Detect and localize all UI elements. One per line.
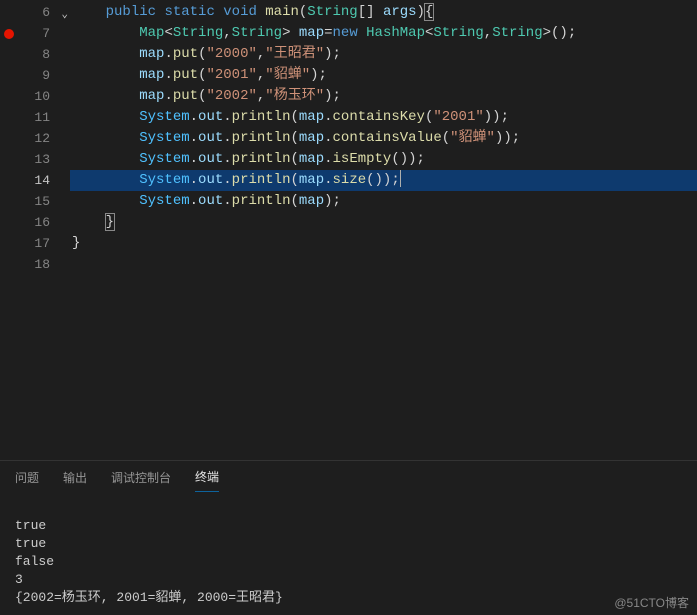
code-line[interactable] [70, 254, 697, 275]
code-line[interactable]: public static void main(String[] args){ [70, 2, 697, 23]
line-number[interactable]: 14 [0, 170, 70, 191]
output-line: true [15, 518, 46, 533]
line-number[interactable]: 9 [0, 65, 70, 86]
tab-output[interactable]: 输出 [63, 463, 87, 492]
line-number[interactable]: 16 [0, 212, 70, 233]
code-line[interactable]: } [70, 212, 697, 233]
output-line: {2002=杨玉环, 2001=貂蝉, 2000=王昭君} [15, 590, 283, 605]
code-line[interactable]: System.out.println(map.containsKey("2001… [70, 107, 697, 128]
code-line[interactable]: } [70, 233, 697, 254]
output-line: 3 [15, 572, 23, 587]
line-number[interactable]: 15 [0, 191, 70, 212]
code-area[interactable]: public static void main(String[] args){ … [70, 0, 697, 460]
panel-tabs: 问题 输出 调试控制台 终端 [0, 461, 697, 493]
line-number[interactable]: 13 [0, 149, 70, 170]
code-line[interactable]: System.out.println(map.isEmpty()); [70, 149, 697, 170]
bottom-panel: 问题 输出 调试控制台 终端 true true false 3 {2002=杨… [0, 460, 697, 615]
output-line: false [15, 554, 54, 569]
code-line[interactable]: Map<String,String> map=new HashMap<Strin… [70, 23, 697, 44]
breakpoint-icon[interactable] [4, 29, 14, 39]
tab-problems[interactable]: 问题 [15, 463, 39, 492]
tab-terminal[interactable]: 终端 [195, 462, 219, 492]
code-line[interactable]: map.put("2001","貂蝉"); [70, 65, 697, 86]
line-number[interactable]: 12 [0, 128, 70, 149]
code-line-active[interactable]: System.out.println(map.size()); [70, 170, 697, 191]
code-line[interactable]: System.out.println(map); [70, 191, 697, 212]
gutter: 6⌄ 7 8 9 10 11 12 13 14 15 16 17 18 [0, 0, 70, 460]
line-number[interactable]: 8 [0, 44, 70, 65]
cursor [400, 170, 401, 187]
output-line: true [15, 536, 46, 551]
tab-debug[interactable]: 调试控制台 [111, 463, 171, 492]
line-number[interactable]: 11 [0, 107, 70, 128]
line-number[interactable]: 17 [0, 233, 70, 254]
line-number[interactable]: 6⌄ [0, 2, 70, 23]
terminal-content[interactable]: true true false 3 {2002=杨玉环, 2001=貂蝉, 20… [0, 493, 697, 613]
code-line[interactable]: map.put("2002","杨玉环"); [70, 86, 697, 107]
line-number[interactable]: 10 [0, 86, 70, 107]
editor-area: 6⌄ 7 8 9 10 11 12 13 14 15 16 17 18 publ… [0, 0, 697, 460]
line-number[interactable]: 7 [0, 23, 70, 44]
code-line[interactable]: System.out.println(map.containsValue("貂蝉… [70, 128, 697, 149]
watermark: @51CTO博客 [614, 594, 689, 611]
code-line[interactable]: map.put("2000","王昭君"); [70, 44, 697, 65]
line-number[interactable]: 18 [0, 254, 70, 275]
